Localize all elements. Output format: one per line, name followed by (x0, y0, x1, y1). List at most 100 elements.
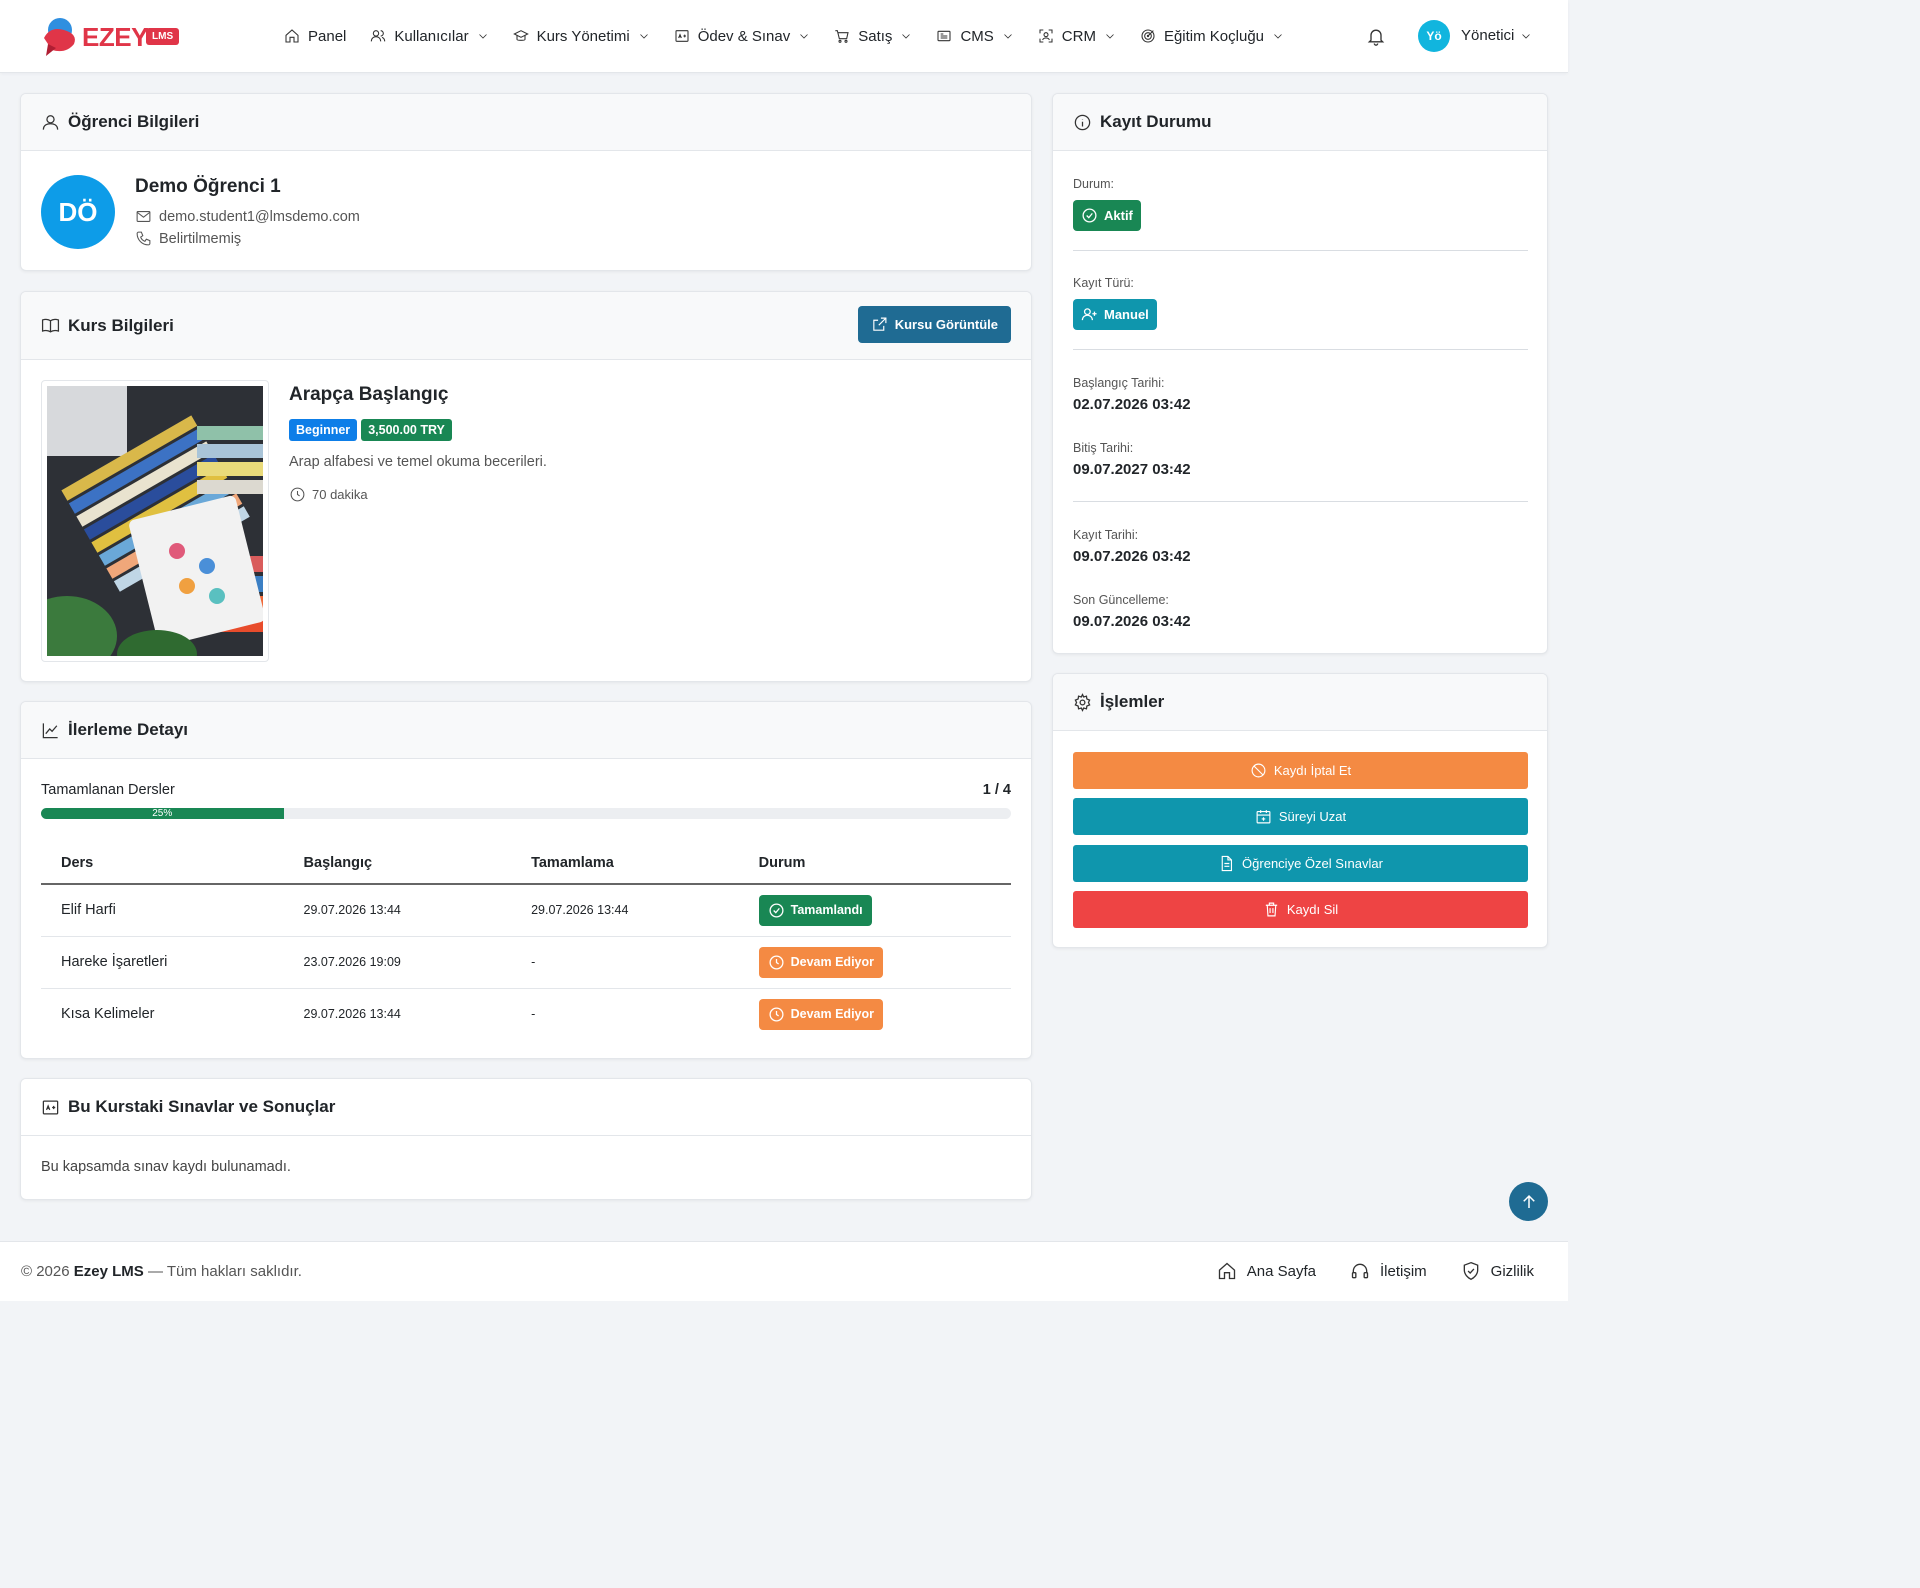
button-label: Kaydı İptal Et (1273, 763, 1352, 778)
logo-mark-icon (44, 18, 75, 56)
created-date-value: 09.07.2026 03:42 (1073, 548, 1191, 565)
top-navbar: EZEY LMS Panel Kullanıcılar Kurs Yönetim… (0, 0, 1568, 73)
brand-logo[interactable]: EZEY LMS (40, 14, 180, 60)
nav-coaching[interactable]: Eğitim Koçluğu (1140, 28, 1284, 45)
nav-sales[interactable]: Satış (834, 28, 912, 45)
table-header-row: Ders Başlangıç Tamamlama Durum (41, 842, 1011, 885)
nav-label: CMS (960, 27, 994, 45)
card-header: İlerleme Detayı (21, 702, 1031, 759)
table-row: Elif Harfi 29.07.2026 13:44 29.07.2026 1… (41, 884, 1011, 937)
status-text: Tamamlandı (790, 903, 863, 918)
end-date-value: 09.07.2027 03:42 (1073, 461, 1191, 478)
delete-enrollment-button[interactable]: Kaydı Sil (1073, 891, 1528, 928)
status-text: Aktif (1104, 208, 1133, 223)
lesson-name: Hareke İşaretleri (41, 936, 284, 989)
copyright-text: — Tüm hakları saklıdır. (147, 1263, 302, 1280)
extend-duration-button[interactable]: Süreyi Uzat (1073, 798, 1528, 835)
end-date-label: Bitiş Tarihi: (1073, 441, 1134, 455)
course-photo-icon (47, 386, 263, 656)
enrollment-type-badge: Manuel (1073, 299, 1157, 330)
chevron-down-icon (1003, 34, 1012, 39)
card-header: Kurs Bilgileri Kursu Görüntüle (21, 292, 1031, 360)
user-menu[interactable]: Yönetici (1461, 27, 1532, 44)
nav-course-management[interactable]: Kurs Yönetimi (512, 27, 650, 45)
check-circle-icon (1082, 208, 1097, 223)
nav-label: Ödev & Sınav (697, 27, 791, 45)
footer-link-contact[interactable]: İletişim (1350, 1261, 1427, 1281)
calendar-plus-icon (1256, 810, 1271, 824)
chevron-down-icon (800, 34, 809, 39)
student-exams-button[interactable]: Öğrenciye Özel Sınavlar (1073, 845, 1528, 882)
scroll-to-top-button[interactable] (1509, 1182, 1548, 1221)
card-header: Öğrenci Bilgileri (21, 94, 1031, 151)
student-info-card: Öğrenci Bilgileri DÖ Demo Öğrenci 1 demo… (20, 93, 1032, 271)
lesson-end: - (511, 936, 739, 989)
copyright: © 2026 Ezey LMS — Tüm hakları saklıdır. (21, 1263, 302, 1280)
document-icon (1221, 855, 1233, 872)
chevron-down-icon (478, 34, 487, 39)
gear-icon (1074, 692, 1091, 712)
enrollment-status-card: Kayıt Durumu Durum: Aktif Kayıt Türü: Ma… (1052, 93, 1548, 654)
main-nav: Panel Kullanıcılar Kurs Yönetimi Ödev & … (284, 0, 1308, 72)
button-label: Öğrenciye Özel Sınavlar (1242, 856, 1383, 871)
user-icon (42, 114, 59, 130)
card-header: İşlemler (1053, 674, 1547, 731)
nav-homework-exam[interactable]: Ödev & Sınav (674, 28, 811, 45)
nav-label: Satış (858, 27, 893, 45)
bell-icon[interactable] (1366, 26, 1386, 46)
column-header: Tamamlama (511, 842, 739, 885)
column-header: Başlangıç (283, 842, 512, 885)
footer-link-privacy[interactable]: Gizlilik (1461, 1261, 1534, 1281)
nav-cms[interactable]: CMS (936, 28, 1013, 45)
line-chart-icon (42, 722, 58, 738)
link-label: Gizlilik (1490, 1262, 1534, 1280)
user-avatar[interactable]: Yö (1418, 20, 1450, 52)
divider (1073, 501, 1528, 502)
footer-links: Ana Sayfa İletişim Gizlilik (1217, 1261, 1534, 1281)
shield-check-icon (1463, 1261, 1478, 1281)
level-badge: Beginner (289, 419, 358, 441)
footer: © 2026 Ezey LMS — Tüm hakları saklıdır. … (0, 1241, 1568, 1301)
graduation-cap-icon (512, 30, 529, 41)
cms-icon (937, 30, 951, 42)
updated-date-value: 09.07.2026 03:42 (1073, 613, 1191, 630)
lesson-name: Elif Harfi (41, 884, 284, 937)
lesson-end: 29.07.2026 13:44 (511, 884, 739, 937)
student-phone: Belirtilmemiş (135, 230, 241, 247)
course-badges: Beginner 3,500.00 TRY (289, 419, 452, 441)
divider (1073, 349, 1528, 350)
course-title: Arapça Başlangıç (289, 384, 449, 405)
card-title: Öğrenci Bilgileri (68, 112, 200, 131)
status-text: Devam Ediyor (790, 955, 874, 969)
progress-fill: 25% (41, 808, 284, 819)
card-title: Kurs Bilgileri (68, 315, 174, 335)
nav-panel[interactable]: Panel (284, 28, 346, 45)
users-icon (371, 30, 386, 42)
lesson-name: Kısa Kelimeler (61, 1006, 155, 1023)
nav-label: Panel (308, 27, 347, 45)
divider (1073, 250, 1528, 251)
nav-users[interactable]: Kullanıcılar (370, 28, 488, 45)
cancel-enrollment-button[interactable]: Kaydı İptal Et (1073, 752, 1528, 789)
user-plus-icon (1081, 308, 1097, 321)
view-course-button[interactable]: Kursu Görüntüle (857, 306, 1011, 343)
nav-crm[interactable]: CRM (1038, 28, 1116, 45)
lesson-status-cell: Devam Ediyor (739, 988, 1011, 1040)
status-badge: Devam Ediyor (758, 998, 883, 1030)
updated-date-label: Son Güncelleme: (1073, 593, 1169, 607)
info-icon (1074, 114, 1091, 130)
student-name: Demo Öğrenci 1 (135, 176, 281, 197)
exam-icon (42, 1100, 59, 1114)
nav-label: Kurs Yönetimi (536, 27, 630, 45)
lesson-start: 23.07.2026 19:09 (283, 936, 512, 989)
course-thumbnail (41, 380, 269, 662)
home-icon (1218, 1262, 1235, 1280)
card-title: İlerleme Detayı (68, 720, 189, 739)
progress-count: 1 / 4 (982, 782, 1011, 798)
student-avatar: DÖ (41, 175, 115, 249)
card-title: Kayıt Durumu (1100, 112, 1212, 131)
trash-icon (1265, 902, 1278, 917)
chevron-down-icon (639, 34, 648, 39)
lessons-table: Ders Başlangıç Tamamlama Durum Elif Harf… (41, 842, 1011, 1040)
footer-link-home[interactable]: Ana Sayfa (1217, 1261, 1316, 1281)
